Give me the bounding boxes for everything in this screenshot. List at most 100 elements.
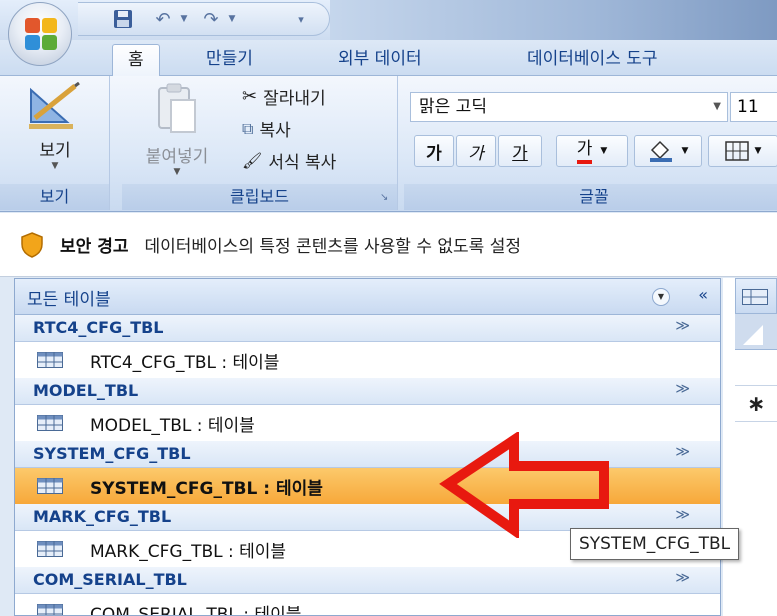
- paste-button[interactable]: 붙여넣기 ▼: [130, 82, 224, 177]
- view-button-label: 보기: [39, 141, 71, 161]
- nav-item-label: COM_SERIAL_TBL : 테이블: [90, 605, 302, 616]
- nav-pane-title: 모든 테이블: [27, 290, 111, 310]
- bold-button[interactable]: 가: [414, 135, 454, 167]
- nav-section-model-tbl[interactable]: MODEL_TBL ≫: [15, 378, 720, 405]
- group-clipboard-label: 클립보드: [122, 184, 397, 210]
- nav-section-title: RTC4_CFG_TBL: [33, 318, 164, 337]
- group-view-label: 보기: [0, 184, 109, 210]
- new-record-marker: ∗: [747, 392, 766, 417]
- font-color-dropdown-icon[interactable]: ▼: [600, 146, 607, 156]
- nav-item-label: SYSTEM_CFG_TBL : 테이블: [90, 479, 323, 499]
- italic-glyph: 가: [468, 143, 484, 164]
- nav-section-title: SYSTEM_CFG_TBL: [33, 444, 191, 463]
- font-size-value: 11: [737, 97, 759, 117]
- select-all-cell[interactable]: [735, 314, 777, 350]
- scissors-icon: ✂: [242, 86, 258, 107]
- nav-section-system-cfg-tbl[interactable]: SYSTEM_CFG_TBL ≫: [15, 441, 720, 468]
- font-color-glyph: 가: [576, 138, 593, 164]
- nav-pane-menu-icon[interactable]: ▼: [652, 288, 670, 306]
- security-warning-title: 보안 경고: [60, 237, 129, 257]
- tab-external-data[interactable]: 외부 데이터: [338, 44, 422, 76]
- underline-glyph: 가: [512, 143, 528, 164]
- paste-dropdown-icon: ▼: [173, 167, 181, 177]
- group-clipboard: 붙여넣기 ▼ ✂ 잘라내기 ⧉ 복사 🖌 서식 복사 클립보드 ↘: [122, 76, 398, 210]
- nav-section-title: MODEL_TBL: [33, 381, 139, 400]
- table-icon: [742, 289, 768, 305]
- undo-icon[interactable]: ↶: [150, 7, 176, 31]
- chevron-up-icon[interactable]: ≫: [675, 318, 690, 334]
- gridlines-button[interactable]: ▼: [708, 135, 777, 167]
- fill-color-button[interactable]: ▼: [634, 135, 702, 167]
- nav-section-rtc4-cfg-tbl[interactable]: RTC4_CFG_TBL ≫: [15, 315, 720, 342]
- underline-button[interactable]: 가: [498, 135, 542, 167]
- nav-section-com-serial-tbl[interactable]: COM_SERIAL_TBL ≫: [15, 567, 720, 594]
- nav-item-com-serial-tbl[interactable]: COM_SERIAL_TBL : 테이블: [15, 594, 720, 616]
- chevron-up-icon[interactable]: ≫: [675, 444, 690, 460]
- tab-database-tools[interactable]: 데이터베이스 도구: [527, 44, 658, 76]
- datasheet-row[interactable]: [735, 350, 777, 386]
- tab-home[interactable]: 홈: [112, 44, 160, 76]
- redo-dropdown-icon[interactable]: ▼: [224, 7, 240, 31]
- nav-section-title: MARK_CFG_TBL: [33, 507, 172, 526]
- office-button[interactable]: [8, 2, 72, 66]
- copy-icon: ⧉: [242, 118, 254, 138]
- nav-item-label: MODEL_TBL : 테이블: [90, 416, 255, 436]
- quick-access-toolbar: ↶ ▼ ↷ ▼ ▾: [78, 2, 330, 36]
- nav-item-label: MARK_CFG_TBL : 테이블: [90, 542, 287, 562]
- copy-button[interactable]: ⧉ 복사: [242, 116, 291, 142]
- cut-button[interactable]: ✂ 잘라내기: [242, 84, 326, 109]
- nav-item-system-cfg-tbl[interactable]: SYSTEM_CFG_TBL : 테이블: [15, 468, 720, 504]
- redo-icon[interactable]: ↷: [198, 7, 224, 31]
- navigation-pane: 모든 테이블 ▼ « RTC4_CFG_TBL ≫ RTC4_CFG_TBL :…: [14, 278, 721, 616]
- undo-dropdown-icon[interactable]: ▼: [176, 7, 192, 31]
- view-design-icon: [29, 81, 80, 129]
- nav-item-label: RTC4_CFG_TBL : 테이블: [90, 353, 280, 373]
- format-painter-label: 서식 복사: [268, 153, 337, 173]
- view-button[interactable]: 보기 ▼: [14, 81, 96, 171]
- datasheet-area: ∗: [723, 278, 777, 616]
- table-icon: [37, 604, 63, 615]
- format-painter-button[interactable]: 🖌 서식 복사: [242, 148, 336, 173]
- paste-icon: [158, 83, 196, 133]
- tab-create[interactable]: 만들기: [206, 44, 253, 76]
- bold-glyph: 가: [426, 143, 442, 164]
- nav-pane-collapse-icon[interactable]: «: [698, 285, 708, 304]
- italic-button[interactable]: 가: [456, 135, 496, 167]
- title-bar-fill: [330, 0, 777, 40]
- nav-item-model-tbl[interactable]: MODEL_TBL : 테이블: [15, 405, 720, 441]
- copy-label: 복사: [259, 121, 291, 141]
- new-record-row[interactable]: ∗: [735, 386, 777, 422]
- office-logo-icon: [25, 18, 57, 50]
- chevron-up-icon[interactable]: ≫: [675, 381, 690, 397]
- nav-section-title: COM_SERIAL_TBL: [33, 570, 187, 589]
- fill-color-dropdown-icon[interactable]: ▼: [682, 146, 689, 156]
- font-size-combo[interactable]: 11: [730, 92, 777, 122]
- gridlines-dropdown-icon[interactable]: ▼: [755, 146, 762, 156]
- document-tab[interactable]: [735, 278, 777, 314]
- ribbon-tabs: 홈 만들기 외부 데이터 데이터베이스 도구: [0, 40, 777, 76]
- group-font-label: 글꼴: [404, 184, 777, 210]
- font-name-combo[interactable]: 맑은 고딕 ▼: [410, 92, 728, 122]
- table-icon: [37, 352, 63, 368]
- paint-bucket-icon: [649, 140, 672, 162]
- shield-warning-icon: [21, 231, 43, 258]
- nav-section-mark-cfg-tbl[interactable]: MARK_CFG_TBL ≫: [15, 504, 720, 531]
- security-warning-message: 데이터베이스의 특정 콘텐츠를 사용할 수 없도록 설정: [144, 237, 521, 257]
- select-all-triangle-icon: [743, 325, 763, 345]
- font-name-dropdown-icon[interactable]: ▼: [713, 93, 721, 121]
- paste-button-label: 붙여넣기: [145, 147, 209, 167]
- view-dropdown-icon: ▼: [51, 161, 59, 171]
- font-name-value: 맑은 고딕: [419, 97, 487, 117]
- nav-item-rtc4-cfg-tbl[interactable]: RTC4_CFG_TBL : 테이블: [15, 342, 720, 378]
- format-painter-icon: 🖌: [242, 151, 263, 170]
- chevron-up-icon[interactable]: ≫: [675, 507, 690, 523]
- clipboard-launcher-icon[interactable]: ↘: [380, 193, 391, 204]
- save-icon[interactable]: [110, 7, 136, 31]
- table-icon: [37, 415, 63, 431]
- customize-qat-icon[interactable]: ▾: [290, 7, 312, 31]
- security-warning-bar: 보안 경고 데이터베이스의 특정 콘텐츠를 사용할 수 없도록 설정: [0, 213, 777, 277]
- annotation-arrow: [439, 432, 609, 538]
- nav-pane-header[interactable]: 모든 테이블 ▼ «: [15, 279, 720, 315]
- chevron-up-icon[interactable]: ≫: [675, 570, 690, 586]
- font-color-button[interactable]: 가 ▼: [556, 135, 628, 167]
